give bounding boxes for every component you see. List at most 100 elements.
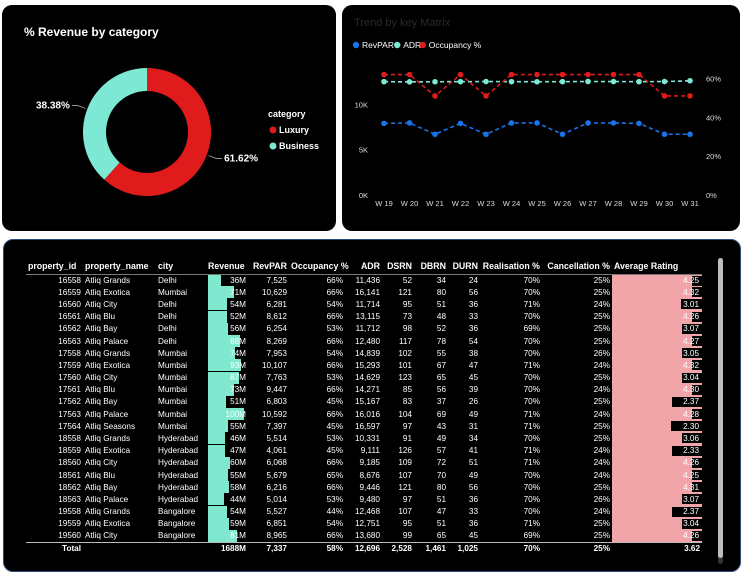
series-point[interactable]	[432, 131, 438, 138]
series-point[interactable]	[381, 120, 387, 127]
column-header-revpar[interactable]: RevPAR	[248, 258, 289, 275]
series-point[interactable]	[534, 120, 540, 126]
table-row[interactable]: 16563 Atliq Palace Delhi 88M 8,269 66% 12,480 1…	[26, 334, 702, 348]
series-point[interactable]	[585, 120, 591, 126]
series-point[interactable]	[585, 71, 591, 78]
series-point[interactable]	[610, 120, 617, 126]
table-row[interactable]: 18561 Atliq Blu Hyderabad 55M 5,679 65% 8,676 1…	[26, 469, 702, 482]
series-point[interactable]	[610, 78, 617, 85]
realisation-cell: 70%	[523, 434, 540, 444]
dsrn-cell: 107	[398, 470, 412, 480]
table-row[interactable]: 17560 Atliq City Mumbai 87M 7,763 53% 14,629 12…	[26, 371, 702, 384]
table-row[interactable]: 18560 Atliq City Hyderabad 60M 6,068 66% 9,185…	[26, 456, 702, 469]
table-row[interactable]: 17564 Atliq Seasons Mumbai 55M 7,397 45% 16,59…	[26, 420, 702, 433]
series-point[interactable]	[406, 71, 413, 78]
series-line-occupancy-[interactable]	[384, 73, 690, 97]
series-point[interactable]	[610, 71, 617, 78]
series-point[interactable]	[534, 78, 540, 85]
table-row[interactable]: 18558 Atliq Grands Hyderabad 46M 5,514 53% 10,…	[26, 432, 702, 445]
trend-line-chart[interactable]: RevPAR ADR Occupancy % 0K 5K 10K 0% 20% 40% 60% W …	[342, 5, 740, 231]
series-point[interactable]	[457, 71, 464, 78]
table-scrollbar[interactable]	[718, 258, 723, 564]
property-table-container[interactable]: property_id property_name city Revenue RevPA…	[26, 258, 702, 564]
table-row[interactable]: 18559 Atliq Exotica Hyderabad 47M 4,061 45% 9,…	[26, 444, 702, 457]
table-row[interactable]: 17561 Atliq Blu Mumbai 73M 9,447 66% 14,271 85 5…	[26, 383, 702, 396]
table-row[interactable]: 17562 Atliq Bay Mumbai 51M 6,803 45% 15,167 83 3…	[26, 395, 702, 409]
series-point[interactable]	[585, 78, 591, 85]
table-row[interactable]: 19559 Atliq Exotica Bangalore 59M 6,851 54% 12…	[26, 517, 702, 530]
series-point[interactable]	[559, 131, 566, 138]
occupancy-cell: 53%	[326, 434, 343, 444]
revenue-cell: 54M	[206, 298, 248, 311]
column-header-cancellation[interactable]: Cancellation %	[542, 258, 612, 275]
series-point[interactable]	[661, 93, 668, 99]
average-rating-cell: 3.07	[612, 322, 702, 335]
column-header-occupancy[interactable]: Occupancy %	[289, 258, 349, 275]
series-point[interactable]	[559, 78, 566, 85]
column-header-city[interactable]: city	[156, 258, 206, 275]
series-point[interactable]	[661, 131, 668, 138]
column-header-property-id[interactable]: property_id	[26, 258, 83, 275]
trend-legend-label[interactable]: Occupancy %	[429, 40, 482, 50]
table-row[interactable]: 16558 Atliq Grands Delhi 36M 7,525 66% 11,436 5…	[26, 274, 702, 287]
property-name-cell: Atliq Grands	[85, 507, 131, 517]
series-point[interactable]	[508, 78, 515, 85]
table-row[interactable]: 19560 Atliq City Bangalore 81M 8,965 66% 13,68…	[26, 529, 702, 543]
series-point[interactable]	[483, 78, 489, 85]
column-header-dbrn[interactable]: DBRN	[414, 258, 448, 275]
table-row[interactable]: 17559 Atliq Exotica Mumbai 93M 10,107 66% 15,2…	[26, 359, 702, 372]
table-row[interactable]: 17563 Atliq Palace Mumbai 100M 10,592 66% 16,0…	[26, 408, 702, 421]
series-point[interactable]	[661, 78, 668, 85]
column-header-realisation[interactable]: Realisation %	[480, 258, 542, 275]
series-point[interactable]	[457, 120, 464, 127]
series-point[interactable]	[508, 120, 515, 126]
legend-label-luxury[interactable]: Luxury	[279, 125, 309, 135]
adr-cell: 10,331	[354, 434, 380, 444]
revenue-data-bar	[208, 274, 221, 287]
series-point[interactable]	[483, 93, 489, 99]
donut-chart[interactable]: 61.62% 38.38% category Luxury Business	[2, 5, 336, 231]
series-point[interactable]	[381, 78, 387, 85]
donut-slice-business[interactable]	[83, 68, 147, 180]
series-point[interactable]	[432, 93, 438, 99]
realisation-cell: 71%	[523, 458, 540, 468]
table-row[interactable]: 16559 Atliq Exotica Mumbai 71M 10,629 66% 16,1…	[26, 286, 702, 299]
table-scrollbar-thumb[interactable]	[718, 258, 723, 558]
series-point[interactable]	[406, 79, 413, 85]
series-point[interactable]	[687, 77, 693, 84]
table-row[interactable]: 18563 Atliq Palace Hyderabad 44M 5,014 53% 9,4…	[26, 493, 702, 506]
table-row[interactable]: 19558 Atliq Grands Bangalore 54M 5,527 44% 12,…	[26, 505, 702, 518]
series-point[interactable]	[457, 78, 464, 85]
occupancy-cell: 54%	[326, 519, 343, 529]
series-point[interactable]	[483, 131, 489, 138]
series-point[interactable]	[508, 71, 515, 78]
column-header-adr[interactable]: ADR	[345, 258, 382, 275]
series-point[interactable]	[687, 131, 693, 138]
column-header-property-name[interactable]: property_name	[83, 258, 156, 275]
series-point[interactable]	[406, 120, 413, 126]
series-point[interactable]	[636, 78, 642, 85]
series-point[interactable]	[534, 71, 540, 78]
trend-legend-label[interactable]: ADR	[403, 40, 421, 50]
series-point[interactable]	[559, 71, 566, 78]
table-row[interactable]: 18562 Atliq Bay Hyderabad 58M 6,216 66% 9,446 1…	[26, 481, 702, 494]
column-header-durn[interactable]: DURN	[448, 258, 480, 275]
trend-legend-label[interactable]: RevPAR	[362, 40, 394, 50]
table-row[interactable]: 16562 Atliq Bay Delhi 56M 6,254 53% 11,712 98 52…	[26, 322, 702, 335]
occupancy-cell: 54%	[326, 299, 343, 309]
series-point[interactable]	[636, 71, 642, 78]
series-point[interactable]	[687, 93, 693, 99]
table-row[interactable]: 17558 Atliq Grands Mumbai 74M 7,953 54% 14,839…	[26, 347, 702, 360]
column-header-revenue[interactable]: Revenue	[206, 258, 248, 275]
column-header-dsrn[interactable]: DSRN	[382, 258, 414, 275]
series-point[interactable]	[636, 120, 642, 127]
dbrn-cell: 67	[436, 360, 446, 370]
column-header-average-rating[interactable]: Average Rating	[612, 258, 702, 275]
table-row[interactable]: 16561 Atliq Blu Delhi 52M 8,612 66% 13,115 73 48…	[26, 310, 702, 323]
durn-cell: 54	[468, 336, 478, 346]
legend-label-business[interactable]: Business	[279, 141, 319, 151]
durn-cell: 34	[468, 434, 478, 444]
table-row[interactable]: 16560 Atliq City Delhi 54M 6,281 54% 11,714 95 5…	[26, 298, 702, 311]
series-point[interactable]	[432, 78, 438, 85]
series-point[interactable]	[381, 71, 387, 78]
